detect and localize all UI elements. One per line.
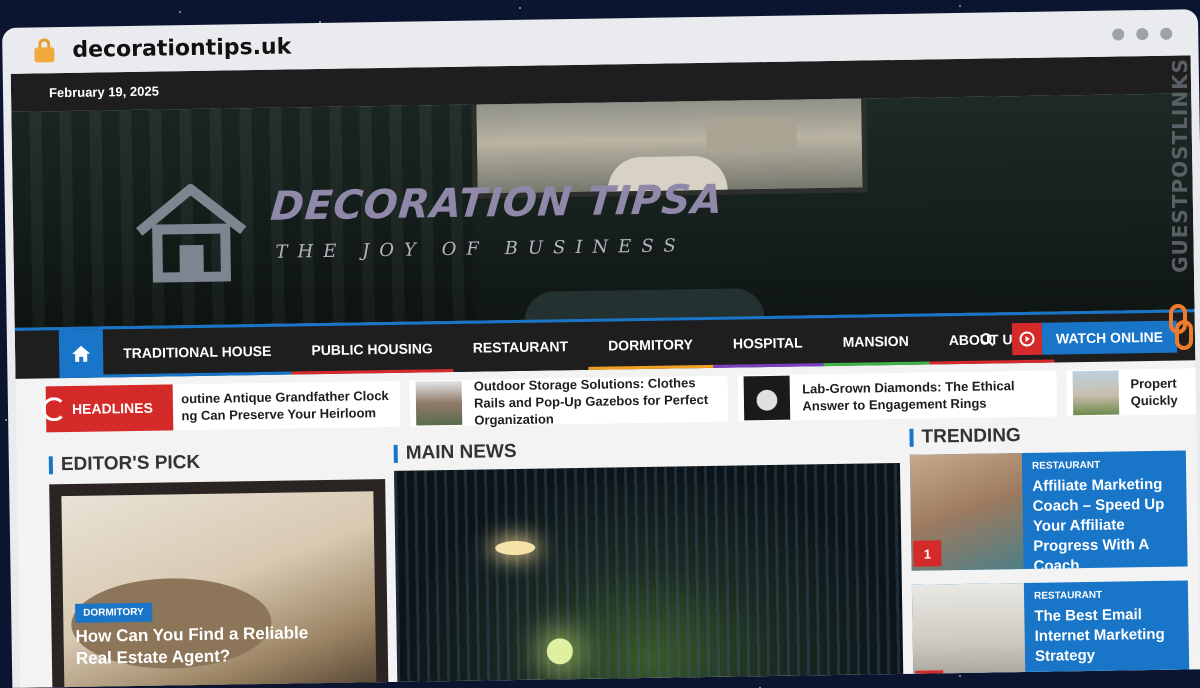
trending-item[interactable]: 1 RESTAURANT Affiliate Marketing Coach –… <box>909 450 1188 571</box>
website: February 19, 2025 DECORATION TIPSA THE J… <box>10 55 1200 688</box>
ticker-item-title[interactable]: Propert Quickly <box>1130 374 1186 409</box>
nav-item-hospital[interactable]: HOSPITAL <box>713 318 824 368</box>
editors-pick-card[interactable]: DORMITORY How Can You Find a Reliable Re… <box>49 479 389 688</box>
nav-item-dormitory[interactable]: DORMITORY <box>588 320 714 370</box>
house-logo-icon <box>136 184 247 283</box>
diamond-ring-thumbnail[interactable] <box>743 375 791 421</box>
window-dot-icon[interactable] <box>1136 27 1149 41</box>
house-thumbnail[interactable] <box>1072 370 1119 416</box>
trending-category[interactable]: RESTAURANT <box>1034 590 1102 602</box>
editors-pick-heading: EDITOR'S PICK <box>49 452 201 476</box>
ticker-item-title[interactable]: Outdoor Storage Solutions: Clothes Rails… <box>474 373 719 428</box>
home-icon <box>72 345 91 362</box>
ticker-item-title[interactable]: outine Antique Grandfather Clock ng Can … <box>171 387 390 424</box>
nav-item-mansion[interactable]: MANSION <box>822 316 930 367</box>
trending-category[interactable]: RESTAURANT <box>1032 460 1100 472</box>
window-dot-icon[interactable] <box>1160 27 1173 40</box>
play-icon <box>1011 322 1043 356</box>
site-logo-title[interactable]: DECORATION TIPSA <box>269 177 726 230</box>
trending-title[interactable]: Affiliate Marketing Coach – Speed Up You… <box>1032 475 1180 571</box>
ticker-item-title[interactable]: Lab-Grown Diamonds: The Ethical Answer t… <box>802 377 1047 415</box>
watch-online-button[interactable]: WATCH ONLINE <box>1011 320 1178 356</box>
main-news-heading: MAIN NEWS <box>394 441 517 465</box>
watch-online-label: WATCH ONLINE <box>1041 320 1178 355</box>
search-icon[interactable] <box>978 330 996 348</box>
trending-rank: 2 <box>915 670 944 688</box>
browser-window: decorationtips.uk February 19, 2025 DECO… <box>2 9 1200 688</box>
content-columns: EDITOR'S PICK DORMITORY How Can You Find… <box>16 422 1200 688</box>
trending-rank: 1 <box>913 540 942 567</box>
current-date: February 19, 2025 <box>48 83 159 100</box>
main-news-slats <box>394 462 904 688</box>
chain-link-icon <box>1169 304 1193 350</box>
nav-item-restaurant[interactable]: RESTAURANT <box>452 322 589 372</box>
url-text[interactable]: decorationtips.uk <box>72 34 291 62</box>
header-banner[interactable]: DECORATION TIPSA THE JOY OF BUSINESS <box>11 93 1195 328</box>
window-controls <box>1112 27 1173 41</box>
trending-title[interactable]: The Best Email Internet Marketing Strate… <box>1034 605 1181 667</box>
broadcast-icon <box>41 397 67 422</box>
trending-heading: TRENDING <box>909 425 1021 449</box>
window-dot-icon[interactable] <box>1112 28 1125 41</box>
nav-actions: WATCH ONLINE <box>978 313 1178 364</box>
gazebo-thumbnail[interactable] <box>415 380 463 426</box>
headlines-badge: HEADLINES <box>41 384 174 433</box>
lock-icon <box>34 38 55 63</box>
ticker-item[interactable]: Lab-Grown Diamonds: The Ethical Answer t… <box>737 370 1057 422</box>
home-button[interactable] <box>58 329 104 379</box>
nav-item-public-housing[interactable]: PUBLIC HOUSING <box>291 324 454 375</box>
editors-pick-title[interactable]: How Can You Find a Reliable Real Estate … <box>75 622 346 670</box>
ticker-item[interactable]: Outdoor Storage Solutions: Clothes Rails… <box>409 373 729 428</box>
trending-item[interactable]: 2 RESTAURANT The Best Email Internet Mar… <box>911 580 1190 688</box>
category-badge[interactable]: DORMITORY <box>75 602 152 623</box>
ticker-item[interactable]: Propert Quickly <box>1066 368 1197 417</box>
main-news-card[interactable] <box>394 462 904 688</box>
nav-item-traditional-house[interactable]: TRADITIONAL HOUSE <box>103 326 292 378</box>
ticker-item[interactable]: outine Antique Grandfather Clock ng Can … <box>170 380 401 431</box>
